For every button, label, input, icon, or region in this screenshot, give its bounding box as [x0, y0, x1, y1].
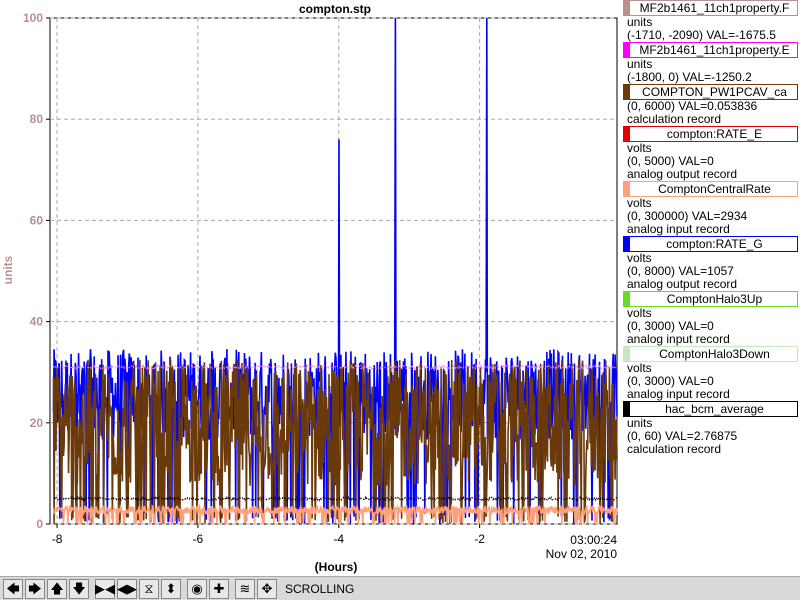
- scroll-right-button[interactable]: 🡆: [25, 578, 45, 599]
- legend-name: MF2b1461_11ch1property.E: [639, 43, 790, 57]
- legend-name-box[interactable]: MF2b1461_11ch1property.E: [623, 42, 798, 58]
- legend-entry[interactable]: ComptonHalo3Up volts (0, 3000) VAL=0 analog…: [621, 291, 800, 346]
- pan-button[interactable]: ✥: [257, 578, 277, 599]
- legend-name: compton:RATE_G: [666, 237, 763, 251]
- legend-entry[interactable]: MF2b1461_11ch1property.E units (-1800, 0) …: [621, 42, 800, 84]
- x-axis: -8 -6 -4 -2: [52, 524, 485, 546]
- zoom-in-y-icon: ⧖: [144, 581, 154, 596]
- x-tick-label: -2: [474, 532, 485, 546]
- plus-icon: ✚: [213, 581, 225, 596]
- y-tick-label: 60: [30, 213, 44, 227]
- arrow-right-icon: 🡆: [28, 581, 42, 596]
- x-tick-label: -6: [193, 532, 204, 546]
- legend-name: ComptonHalo3Up: [666, 292, 763, 306]
- legend-detail: analog input record: [627, 222, 730, 236]
- legend-name-box[interactable]: compton:RATE_E: [623, 126, 798, 142]
- legend-name: compton:RATE_E: [666, 127, 763, 141]
- legend-name-box[interactable]: MF2b1461_11ch1property.F: [623, 0, 798, 16]
- legend-name: COMPTON_PW1PCAV_ca: [642, 85, 787, 99]
- y-axis: 0 20 40 60 80 100: [23, 11, 50, 531]
- zoom-in-y-button[interactable]: ⧖: [139, 578, 159, 599]
- status-text: SCROLLING: [285, 581, 355, 596]
- y-tick-label: 100: [23, 11, 43, 25]
- reset-icon: ◉: [191, 581, 203, 596]
- zoom-out-y-icon: ⬍: [165, 581, 177, 596]
- legend-detail: analog input record: [627, 332, 730, 346]
- legend-name-box[interactable]: ComptonHalo3Up: [623, 291, 798, 307]
- add-button[interactable]: ✚: [209, 578, 229, 599]
- legend-detail: (-1710, -2090) VAL=-1675.5: [627, 28, 776, 42]
- legend-detail: analog input record: [627, 387, 730, 401]
- x-tick-label: -4: [333, 532, 344, 546]
- zoom-out-x-button[interactable]: ◀▶: [117, 578, 137, 599]
- zoom-out-y-button[interactable]: ⬍: [161, 578, 181, 599]
- legend-name-box[interactable]: ComptonCentralRate: [623, 181, 798, 197]
- arrow-down-icon: 🡇: [72, 581, 86, 596]
- zoom-in-x-icon: ▶◀: [95, 581, 115, 596]
- arrow-left-icon: 🡄: [6, 581, 20, 596]
- chart-title: compton.stp: [299, 2, 371, 16]
- pan-icon: ✥: [261, 581, 273, 596]
- autoscale-button[interactable]: ≋: [235, 578, 255, 599]
- legend-entry[interactable]: COMPTON_PW1PCAV_ca (0, 6000) VAL=0.053836…: [621, 84, 800, 126]
- x-axis-label: (Hours): [315, 560, 358, 574]
- legend-detail: analog output record: [627, 277, 738, 291]
- y-tick-label: 80: [30, 112, 44, 126]
- legend-name: ComptonHalo3Down: [659, 347, 770, 361]
- legend-name-box[interactable]: ComptonHalo3Down: [623, 346, 798, 362]
- legend-entry[interactable]: hac_bcm_average units (0, 60) VAL=2.76875 c…: [621, 401, 800, 456]
- zoom-in-x-button[interactable]: ▶◀: [95, 578, 115, 599]
- time-label: 03:00:24: [570, 533, 617, 547]
- autoscale-icon: ≋: [239, 581, 251, 596]
- legend-name-box[interactable]: hac_bcm_average: [623, 401, 798, 417]
- legend-name-box[interactable]: compton:RATE_G: [623, 236, 798, 252]
- y-tick-label: 40: [30, 315, 44, 329]
- arrow-up-icon: 🡅: [50, 581, 64, 596]
- legend-detail: (-1800, 0) VAL=-1250.2: [627, 70, 752, 84]
- zoom-out-x-icon: ◀▶: [117, 581, 137, 596]
- legend-entry[interactable]: compton:RATE_E volts (0, 5000) VAL=0 analog…: [621, 126, 800, 181]
- legend-name: ComptonCentralRate: [658, 182, 771, 196]
- reset-button[interactable]: ◉: [187, 578, 207, 599]
- chart-plot-area[interactable]: compton.stp 020406080100 -8 -6 -4 -2 units …: [0, 0, 620, 576]
- y-tick-label: 20: [30, 416, 44, 430]
- x-tick-label: -8: [52, 532, 63, 546]
- legend-entry[interactable]: ComptonHalo3Down volts (0, 3000) VAL=0 anal…: [621, 346, 800, 401]
- legend-entry[interactable]: MF2b1461_11ch1property.F units (-1710, -20…: [621, 0, 800, 42]
- legend: MF2b1461_11ch1property.F units (-1710, -20…: [621, 0, 800, 456]
- legend-name: hac_bcm_average: [665, 402, 764, 416]
- legend-name: MF2b1461_11ch1property.F: [639, 1, 790, 15]
- scroll-left-button[interactable]: 🡄: [3, 578, 23, 599]
- legend-entry[interactable]: ComptonCentralRate volts (0, 300000) VAL=2…: [621, 181, 800, 236]
- legend-detail: calculation record: [627, 112, 722, 126]
- scroll-up-button[interactable]: 🡅: [47, 578, 67, 599]
- y-axis-label: units: [1, 255, 15, 284]
- legend-detail: analog output record: [627, 167, 738, 181]
- scroll-down-button[interactable]: 🡇: [69, 578, 89, 599]
- legend-entry[interactable]: compton:RATE_G volts (0, 8000) VAL=1057 ana…: [621, 236, 800, 291]
- legend-name-box[interactable]: COMPTON_PW1PCAV_ca: [623, 84, 798, 100]
- toolbar: 🡄 🡆 🡅 🡇 ▶◀ ◀▶ ⧖ ⬍ ◉ ✚ ≋ ✥ SCROLLING: [0, 576, 800, 600]
- legend-detail: calculation record: [627, 442, 722, 456]
- y-tick-label: 0: [36, 517, 43, 531]
- date-label: Nov 02, 2010: [546, 547, 618, 561]
